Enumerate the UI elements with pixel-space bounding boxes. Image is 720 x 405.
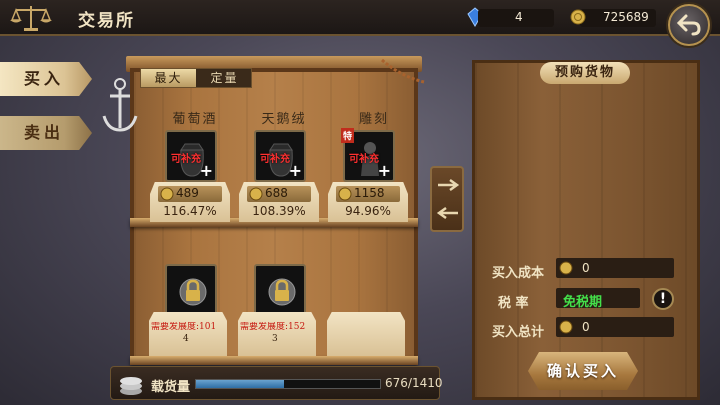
refill-status: 可补充 <box>349 154 379 165</box>
refill-status: 可补充 <box>171 154 201 165</box>
development-requirement-line2: 4 <box>183 334 189 344</box>
requirement-card: 需要发展度:101 4 <box>149 312 227 356</box>
refill-status: 可补充 <box>260 154 290 165</box>
price-card: 688 108.39% <box>239 182 319 222</box>
cargo-value: 676/1410 <box>385 376 443 390</box>
confirm-buy-button[interactable]: 确认买入 <box>528 352 638 390</box>
lock-icon <box>179 278 207 306</box>
arrow-left-icon <box>436 206 458 220</box>
cargo-progress-fill <box>196 380 285 388</box>
cargo-progress-track <box>195 379 381 389</box>
filter-tabs: 最大 定量 <box>140 68 252 88</box>
back-button[interactable] <box>668 4 710 46</box>
coin-icon <box>559 320 573 334</box>
item-name: 天鹅绒 <box>261 112 307 127</box>
arrow-right-icon <box>438 178 460 192</box>
buy-cost-value: 0 <box>582 261 590 275</box>
order-panel-title: 预购货物 <box>540 62 630 84</box>
info-button[interactable]: ! <box>652 288 674 310</box>
coin-icon <box>570 9 586 25</box>
special-badge: 特 <box>341 128 355 143</box>
add-icon: + <box>199 161 213 180</box>
development-requirement-line2: 3 <box>272 334 278 344</box>
filter-tab-max[interactable]: 最大 <box>141 69 196 87</box>
rope-decoration-icon <box>381 58 425 84</box>
coin-icon <box>559 261 573 275</box>
back-arrow-icon <box>676 14 701 36</box>
item-name: 雕刻 <box>358 112 389 127</box>
item-price-percent: 94.96% <box>345 204 391 218</box>
item-slot-carving[interactable]: 特 可补充 + <box>341 128 395 182</box>
locked-slot[interactable] <box>165 264 217 316</box>
buy-total-label: 买入总计 <box>492 325 545 340</box>
anchor-icon <box>102 78 138 132</box>
add-icon: + <box>288 161 302 180</box>
buy-cost-box <box>556 258 674 278</box>
buy-total-value: 0 <box>582 320 590 334</box>
item-price-percent: 108.39% <box>252 204 306 218</box>
gem-count: 4 <box>515 10 523 24</box>
cargo-bar: 载货量 676/1410 <box>110 366 443 400</box>
scales-icon <box>10 6 52 31</box>
tab-buy[interactable]: 买入 <box>0 62 92 96</box>
transfer-arrows-button[interactable] <box>430 166 464 232</box>
add-icon: + <box>377 161 391 180</box>
buy-cost-label: 买入成本 <box>492 266 545 281</box>
requirement-card: 需要发展度:152 3 <box>238 312 316 356</box>
shelf-bottom <box>130 356 418 365</box>
filter-tab-fixed[interactable]: 定量 <box>197 69 252 87</box>
development-requirement: 需要发展度:152 <box>240 322 306 332</box>
empty-card <box>327 312 405 356</box>
buy-total-box <box>556 317 674 337</box>
coin-stack-icon <box>120 377 142 395</box>
price-card: 489 116.47% <box>150 182 230 222</box>
order-panel <box>472 60 700 400</box>
cargo-label: 载货量 <box>151 380 191 395</box>
price-card: 1158 94.96% <box>328 182 408 222</box>
coin-icon <box>249 187 263 201</box>
item-name: 葡萄酒 <box>172 112 218 127</box>
tax-rate-value: 免税期 <box>563 295 603 310</box>
item-price: 489 <box>176 186 199 200</box>
coin-icon <box>338 187 352 201</box>
item-slot-velvet[interactable]: 可补充 + <box>254 130 306 182</box>
item-price: 1158 <box>354 186 385 200</box>
page-title: 交易所 <box>78 11 135 31</box>
coin-icon <box>160 187 174 201</box>
lock-icon <box>268 278 296 306</box>
item-slot-wine[interactable]: 可补充 + <box>165 130 217 182</box>
item-price: 688 <box>265 186 288 200</box>
tax-rate-label: 税 率 <box>498 296 529 311</box>
development-requirement: 需要发展度:101 <box>151 322 217 332</box>
item-price-percent: 116.47% <box>163 204 217 218</box>
locked-slot[interactable] <box>254 264 306 316</box>
tab-sell[interactable]: 卖出 <box>0 116 92 150</box>
coin-count: 725689 <box>603 10 649 24</box>
